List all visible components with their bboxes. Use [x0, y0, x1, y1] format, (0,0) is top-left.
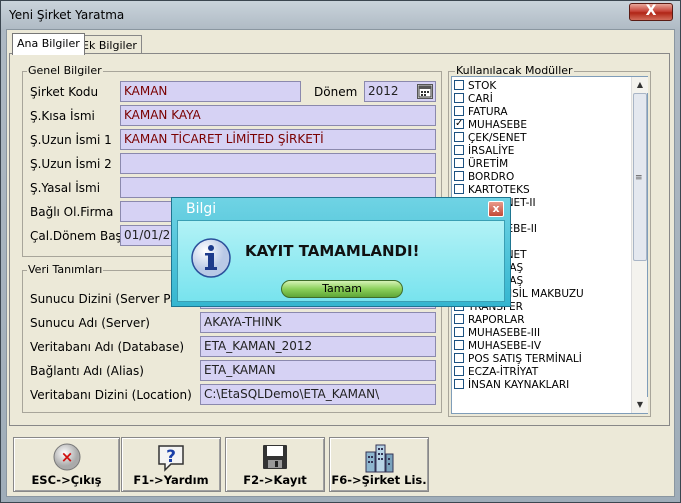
checkbox-icon[interactable]: [454, 106, 464, 116]
module-label: İNSAN KAYNAKLARI: [468, 379, 570, 391]
dialog-close-button[interactable]: x: [488, 201, 504, 217]
sirket-kodu-field[interactable]: KAMAN: [120, 81, 301, 102]
checkbox-icon[interactable]: [454, 184, 464, 194]
info-icon: [190, 237, 232, 279]
checkbox-icon[interactable]: [454, 171, 464, 181]
module-label: BORDRO: [468, 171, 515, 183]
calendar-icon[interactable]: [417, 84, 433, 99]
uzun-isim1-field[interactable]: KAMAN TİCARET LİMİTED ŞİRKETİ: [120, 129, 436, 150]
checkbox-icon[interactable]: [454, 145, 464, 155]
exit-button[interactable]: × ESC->Çıkış: [13, 437, 120, 492]
help-button[interactable]: ? F1->Yardım: [121, 437, 221, 492]
scroll-down-icon[interactable]: ▼: [632, 397, 648, 413]
building-icon: [363, 442, 395, 477]
veri-tanimlari-label: Veri Tanımları: [27, 263, 104, 276]
module-label: FATURA: [468, 106, 508, 118]
company-list-label: F6->Şirket Lis.: [331, 473, 427, 487]
modules-scrollbar[interactable]: ▲ ≡ ▼: [631, 77, 648, 413]
checkbox-icon[interactable]: [454, 353, 464, 363]
sunucu-adi-label: Sunucu Adı (Server): [30, 316, 150, 330]
save-icon: [260, 442, 290, 475]
exit-label: ESC->Çıkış: [31, 473, 102, 487]
genel-bilgiler-label: Genel Bilgiler: [27, 64, 103, 77]
kisa-isim-field[interactable]: KAMAN KAYA: [120, 105, 436, 126]
checkbox-icon[interactable]: [454, 340, 464, 350]
module-label: CARİ: [468, 93, 493, 105]
checkbox-icon[interactable]: [454, 366, 464, 376]
module-label: MUHASEBE-IV: [468, 340, 542, 352]
baglanti-adi-field[interactable]: ETA_KAMAN: [200, 360, 436, 381]
donem-label: Dönem: [314, 85, 358, 99]
module-label: ÜRETİM: [468, 158, 509, 170]
dialog-message: KAYIT TAMAMLANDI!: [245, 242, 420, 260]
baglanti-adi-label: Bağlantı Adı (Alias): [30, 364, 144, 378]
uzun-isim2-label: Ş.Uzun İsmi 2: [30, 157, 112, 171]
uzun-isim2-field[interactable]: [120, 153, 436, 174]
window-title: Yeni Şirket Yaratma: [9, 8, 125, 22]
module-item[interactable]: BORDRO: [454, 171, 514, 184]
svg-text:×: ×: [60, 448, 73, 466]
company-list-button[interactable]: F6->Şirket Lis.: [329, 437, 429, 492]
cal-donem-label: Çal.Dönem Başı: [30, 229, 126, 243]
module-item[interactable]: RAPORLAR: [454, 314, 525, 327]
exit-icon: ×: [52, 442, 82, 475]
module-item[interactable]: MUHASEBE-IV: [454, 340, 541, 353]
module-label: POS SATIŞ TERMİNALİ: [468, 353, 582, 365]
checkbox-icon[interactable]: [454, 93, 464, 103]
veritabani-adi-field[interactable]: ETA_KAMAN_2012: [200, 336, 436, 357]
checkbox-icon[interactable]: [454, 80, 464, 90]
bagli-firma-label: Bağlı Ol.Firma: [30, 205, 114, 219]
module-label: İRSALİYE: [468, 145, 515, 157]
yasal-isim-label: Ş.Yasal İsmi: [30, 181, 101, 195]
module-item[interactable]: ✓ MUHASEBE: [454, 119, 527, 132]
window-close-button[interactable]: X: [629, 3, 673, 21]
ok-button[interactable]: Tamam: [281, 280, 403, 298]
veritabani-adi-label: Veritabanı Adı (Database): [30, 340, 185, 354]
module-label: ECZA-İTRİYAT: [468, 366, 539, 378]
sunucu-adi-field[interactable]: AKAYA-THINK: [200, 312, 436, 333]
checkbox-icon[interactable]: [454, 158, 464, 168]
veritabani-dizini-label: Veritabanı Dizini (Location): [30, 388, 192, 402]
sunucu-dizini-label: Sunucu Dizini (Server Path: [30, 292, 190, 306]
module-item[interactable]: İRSALİYE: [454, 145, 514, 158]
dialog-title: Bilgi: [186, 201, 217, 217]
module-item[interactable]: POS SATIŞ TERMİNALİ: [454, 353, 582, 366]
module-item[interactable]: İNSAN KAYNAKLARI: [454, 379, 569, 392]
module-item[interactable]: CARİ: [454, 93, 493, 106]
checkbox-checked-icon[interactable]: ✓: [454, 119, 464, 129]
save-label: F2->Kayıt: [243, 473, 307, 487]
module-item[interactable]: MUHASEBE-III: [454, 327, 540, 340]
tab-ana-bilgiler[interactable]: Ana Bilgiler: [12, 33, 85, 55]
sirket-kodu-label: Şirket Kodu: [30, 85, 99, 99]
module-item[interactable]: ÇEK/SENET: [454, 132, 527, 145]
donem-value: 2012: [368, 84, 399, 98]
tab-ek-bilgiler[interactable]: Ek Bilgiler: [77, 35, 142, 55]
checkbox-icon[interactable]: [454, 314, 464, 324]
veritabani-dizini-field[interactable]: C:\EtaSQLDemo\ETA_KAMAN\: [200, 384, 436, 405]
save-button[interactable]: F2->Kayıt: [225, 437, 325, 492]
module-item[interactable]: ÜRETİM: [454, 158, 508, 171]
module-item[interactable]: STOK: [454, 80, 496, 93]
module-item[interactable]: KARTOTEKS: [454, 184, 530, 197]
svg-text:?: ?: [166, 447, 176, 467]
checkbox-icon[interactable]: [454, 379, 464, 389]
module-item[interactable]: ECZA-İTRİYAT: [454, 366, 538, 379]
checkbox-icon[interactable]: [454, 327, 464, 337]
help-label: F1->Yardım: [133, 473, 209, 487]
help-icon: ?: [155, 442, 187, 477]
uzun-isim1-label: Ş.Uzun İsmi 1: [30, 133, 112, 147]
kisa-isim-label: Ş.Kısa İsmi: [30, 109, 95, 123]
yasal-isim-field[interactable]: [120, 177, 436, 198]
grip-icon: ≡: [635, 173, 643, 183]
module-label: MUHASEBE-III: [468, 327, 541, 339]
module-label: ÇEK/SENET: [468, 132, 527, 144]
module-label: MUHASEBE: [468, 119, 527, 131]
checkbox-icon[interactable]: [454, 132, 464, 142]
module-label: STOK: [468, 80, 497, 92]
module-label: RAPORLAR: [468, 314, 525, 326]
module-label: KARTOTEKS: [468, 184, 530, 196]
scroll-up-icon[interactable]: ▲: [632, 77, 648, 93]
